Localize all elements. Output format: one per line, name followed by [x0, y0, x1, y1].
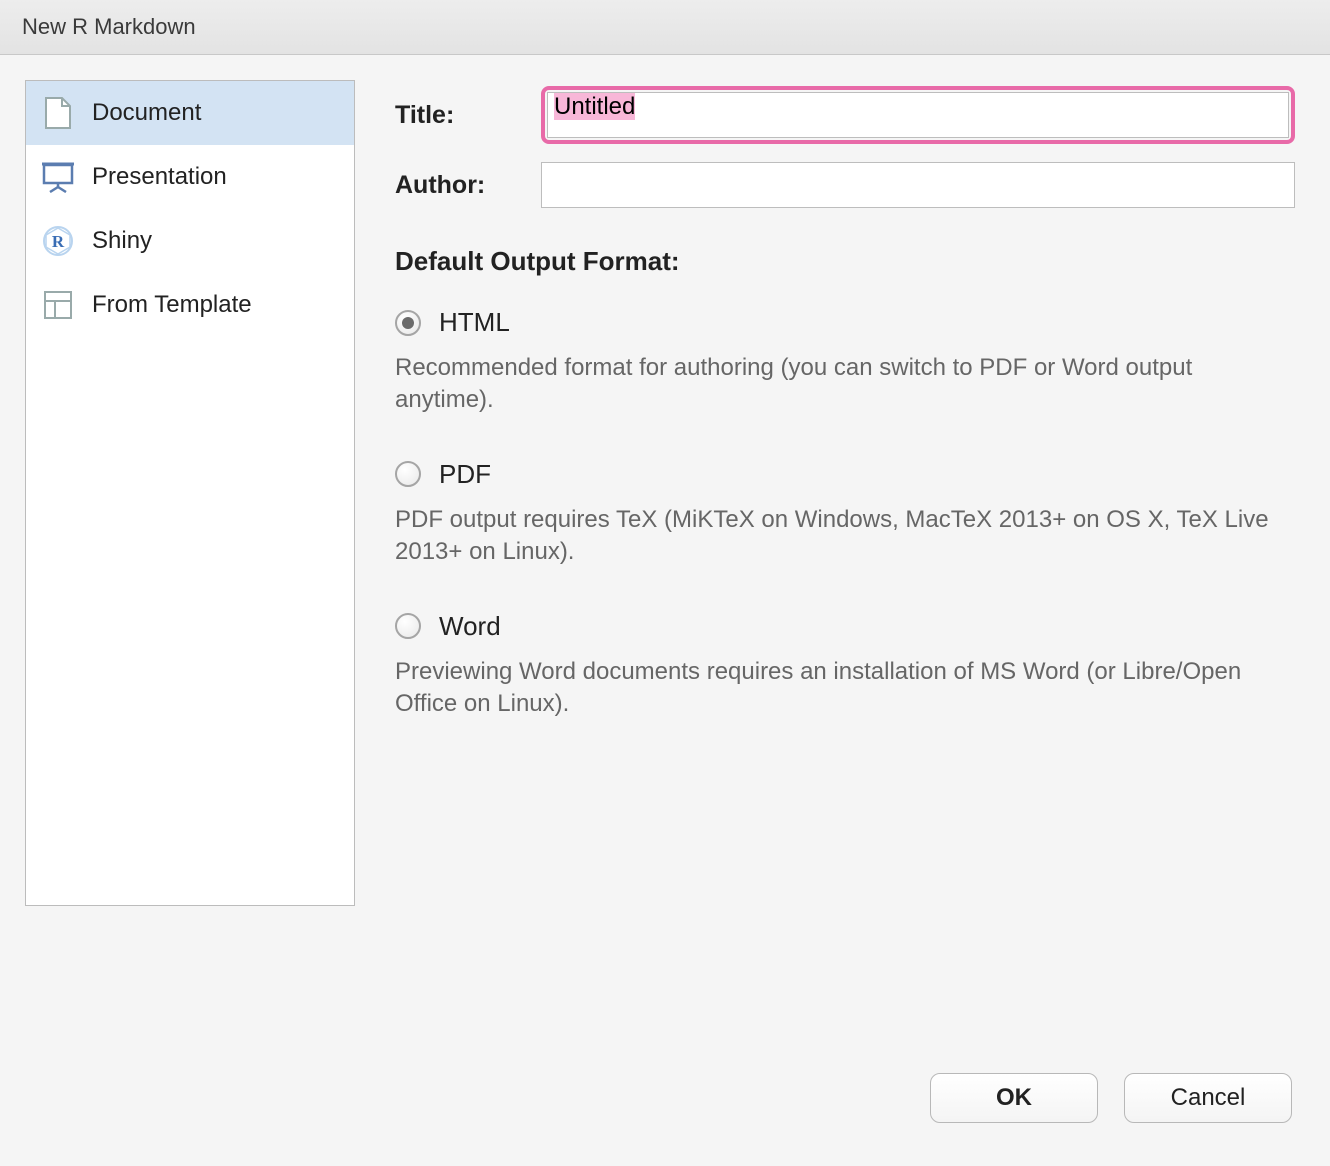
new-rmarkdown-dialog: New R Markdown Document	[0, 0, 1330, 1166]
title-row: Title: Untitled	[395, 86, 1295, 144]
title-input[interactable]: Untitled	[547, 92, 1289, 138]
sidebar-item-label: Presentation	[92, 163, 227, 191]
author-label: Author:	[395, 171, 541, 200]
radio-label-word: Word	[439, 611, 501, 642]
output-format-group: HTML Recommended format for authoring (y…	[395, 307, 1295, 720]
sidebar-item-shiny[interactable]: R Shiny	[26, 209, 354, 273]
sidebar-item-from-template[interactable]: From Template	[26, 273, 354, 337]
author-input[interactable]	[541, 162, 1295, 208]
radio-option-html: HTML Recommended format for authoring (y…	[395, 307, 1295, 417]
dialog-body: Document Presentation	[0, 55, 1330, 1056]
titlebar: New R Markdown	[0, 0, 1330, 55]
sidebar-item-presentation[interactable]: Presentation	[26, 145, 354, 209]
presentation-icon	[40, 159, 76, 195]
radio-word[interactable]	[395, 613, 421, 639]
title-label: Title:	[395, 101, 541, 130]
radio-line-pdf[interactable]: PDF	[395, 459, 1295, 490]
type-sidebar: Document Presentation	[25, 80, 355, 906]
window-title: New R Markdown	[22, 14, 196, 40]
sidebar-item-document[interactable]: Document	[26, 81, 354, 145]
radio-label-html: HTML	[439, 307, 510, 338]
main-panel: Title: Untitled Author: Default Output F…	[395, 80, 1305, 1056]
sidebar-item-label: Shiny	[92, 227, 152, 255]
radio-line-html[interactable]: HTML	[395, 307, 1295, 338]
cancel-button[interactable]: Cancel	[1124, 1073, 1292, 1123]
svg-text:R: R	[52, 232, 65, 251]
output-format-label: Default Output Format:	[395, 246, 1295, 277]
radio-desc-word: Previewing Word documents requires an in…	[395, 656, 1295, 721]
radio-desc-pdf: PDF output requires TeX (MiKTeX on Windo…	[395, 504, 1295, 569]
sidebar-item-label: Document	[92, 99, 201, 127]
radio-line-word[interactable]: Word	[395, 611, 1295, 642]
template-icon	[40, 287, 76, 323]
ok-button[interactable]: OK	[930, 1073, 1098, 1123]
radio-option-pdf: PDF PDF output requires TeX (MiKTeX on W…	[395, 459, 1295, 569]
author-row: Author:	[395, 162, 1295, 208]
document-icon	[40, 95, 76, 131]
title-input-value: Untitled	[554, 93, 635, 120]
dialog-footer: OK Cancel	[0, 1056, 1330, 1166]
radio-option-word: Word Previewing Word documents requires …	[395, 611, 1295, 721]
radio-desc-html: Recommended format for authoring (you ca…	[395, 352, 1295, 417]
radio-html[interactable]	[395, 310, 421, 336]
radio-label-pdf: PDF	[439, 459, 491, 490]
sidebar-item-label: From Template	[92, 291, 252, 319]
title-input-focus-ring: Untitled	[541, 86, 1295, 144]
shiny-icon: R	[40, 223, 76, 259]
radio-pdf[interactable]	[395, 461, 421, 487]
